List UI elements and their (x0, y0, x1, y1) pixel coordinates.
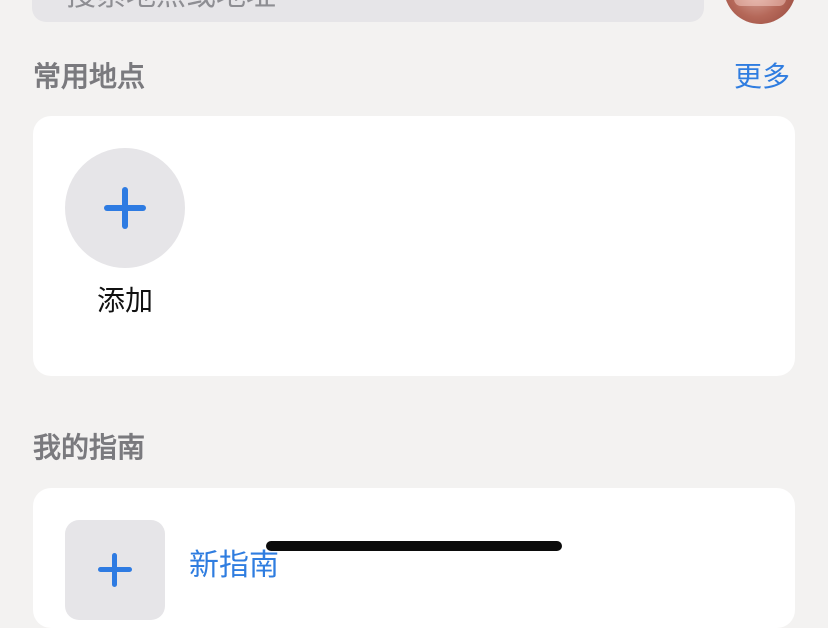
avatar[interactable] (724, 0, 796, 24)
favorites-card: 添加 (33, 116, 795, 376)
favorites-section-title: 常用地点 (33, 60, 146, 93)
search-bar[interactable]: 搜索地点或地址 (32, 0, 704, 22)
new-guide-button[interactable] (65, 520, 165, 620)
add-label: 添加 (96, 284, 153, 317)
guides-section-title: 我的指南 (33, 431, 146, 464)
add-favorite-button[interactable]: 添加 (65, 148, 185, 318)
search-placeholder: 搜索地点或地址 (66, 0, 276, 22)
add-circle[interactable] (65, 148, 185, 268)
more-button[interactable]: 更多 (734, 60, 790, 94)
new-guide-label[interactable]: 新指南 (189, 548, 279, 584)
guides-card: 新指南 (33, 488, 795, 628)
home-indicator[interactable] (266, 541, 562, 551)
